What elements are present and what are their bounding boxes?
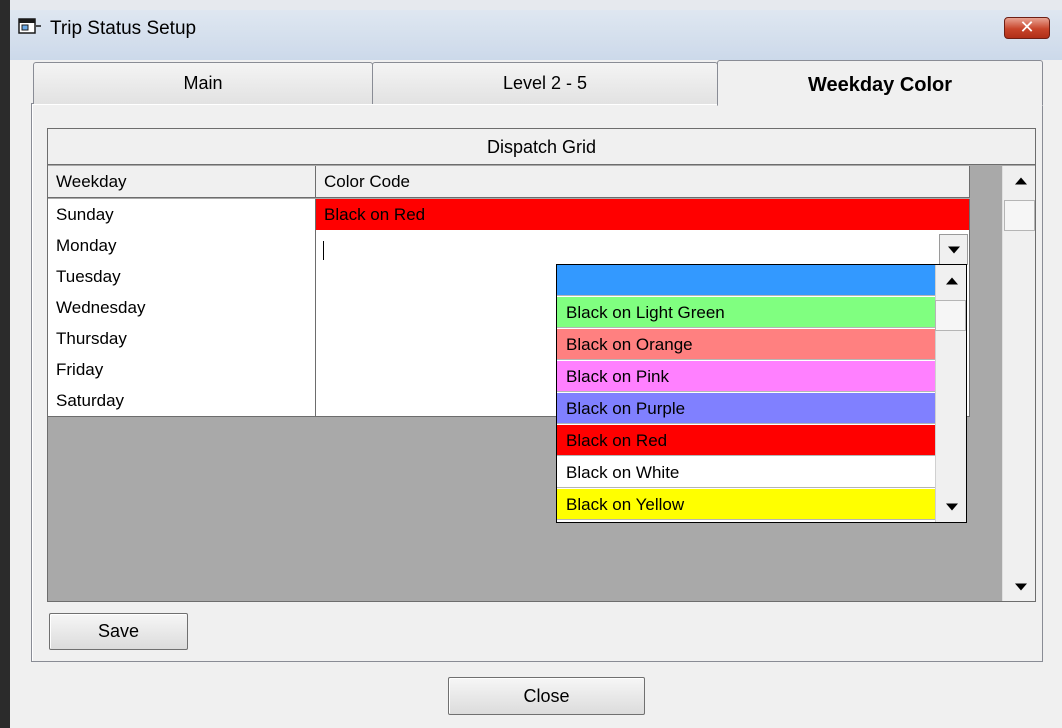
tab-weekday-color[interactable]: Weekday Color <box>717 60 1043 106</box>
dropdown-option[interactable] <box>557 265 935 296</box>
dropdown-option[interactable]: Black on White <box>557 457 935 488</box>
text-caret <box>323 241 324 260</box>
window-top-border <box>10 0 1062 10</box>
weekday-cell[interactable]: Sunday <box>48 199 316 231</box>
dropdown-option[interactable]: Black on Yellow <box>557 489 935 520</box>
scroll-up-button[interactable] <box>1006 166 1035 195</box>
grid-vertical-scrollbar[interactable] <box>1002 166 1035 601</box>
close-button[interactable]: Close <box>448 677 645 715</box>
window-border <box>0 0 10 728</box>
dropdown-option[interactable]: Black on Red <box>557 425 935 456</box>
window-close-button[interactable]: ✕ <box>1004 17 1050 39</box>
color-code-cell[interactable]: Black on Red <box>316 199 970 231</box>
scroll-thumb[interactable] <box>1004 200 1035 231</box>
tab-main[interactable]: Main <box>33 62 373 104</box>
color-code-dropdown-button[interactable] <box>939 234 968 265</box>
weekday-cell[interactable]: Monday <box>48 230 316 262</box>
weekday-cell[interactable]: Friday <box>48 354 316 386</box>
grid-caption: Dispatch Grid <box>48 129 1035 165</box>
weekday-cell[interactable]: Thursday <box>48 323 316 355</box>
weekday-cell[interactable]: Wednesday <box>48 292 316 324</box>
weekday-cell[interactable]: Tuesday <box>48 261 316 293</box>
app-window-icon <box>18 16 42 38</box>
column-header-color-code[interactable]: Color Code <box>316 166 970 198</box>
scroll-down-button[interactable] <box>1006 572 1035 601</box>
arrow-up-icon <box>1014 177 1027 184</box>
dropdown-scroll-thumb[interactable] <box>935 300 966 331</box>
save-button[interactable]: Save <box>49 613 188 650</box>
dropdown-option[interactable]: Black on Light Green <box>557 297 935 328</box>
tab-level-2-5[interactable]: Level 2 - 5 <box>372 62 718 104</box>
arrow-up-icon <box>945 277 958 284</box>
chevron-down-icon <box>947 246 960 253</box>
dropdown-scroll-down-button[interactable] <box>937 492 966 521</box>
dropdown-option[interactable]: Black on Orange <box>557 329 935 360</box>
arrow-down-icon <box>1014 583 1027 590</box>
window-title: Trip Status Setup <box>50 18 197 39</box>
dropdown-scroll-up-button[interactable] <box>937 266 966 295</box>
color-code-editor[interactable] <box>316 230 970 262</box>
weekday-cell[interactable]: Saturday <box>48 385 316 417</box>
column-header-weekday[interactable]: Weekday <box>48 166 316 198</box>
arrow-down-icon <box>945 503 958 510</box>
dropdown-option[interactable]: Black on Pink <box>557 361 935 392</box>
dropdown-option[interactable]: Black on Purple <box>557 393 935 424</box>
